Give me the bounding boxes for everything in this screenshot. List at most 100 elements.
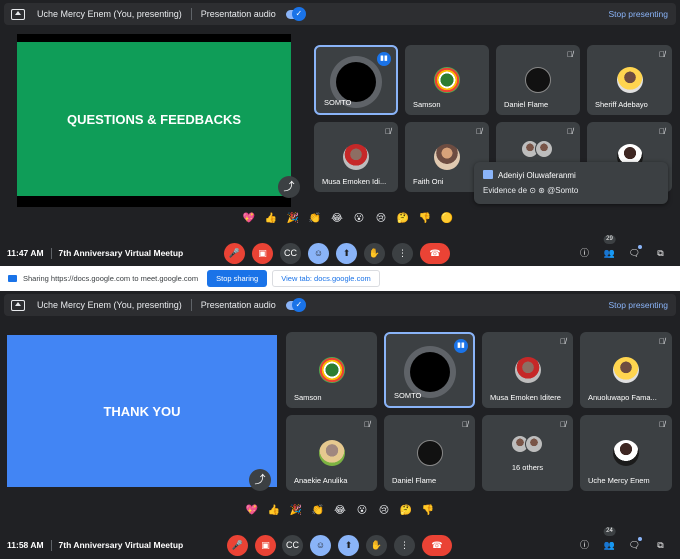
others-count: 16 others (511, 463, 544, 472)
participant-tile[interactable]: 🎙̸ Musa Emoken Iditere (482, 332, 573, 408)
sharing-message: Sharing https://docs.google.com to meet.… (23, 274, 199, 283)
avatar (409, 352, 450, 392)
reaction-thinking[interactable]: 🤔 (395, 213, 411, 224)
avatar (613, 357, 639, 383)
avatar (336, 62, 376, 102)
participant-tile[interactable]: 🎙̸ Daniel Flame (384, 415, 475, 491)
chat-notification[interactable]: Adeniyi Oluwaferanmi Evidence de ⊙ ⊛ @So… (474, 162, 668, 204)
emoji-icon[interactable]: ☺ (310, 535, 331, 556)
avatar (514, 357, 541, 383)
slide-text: QUESTIONS & FEEDBACKS (66, 111, 242, 127)
clock: 11:47 AM (7, 248, 44, 258)
end-call-icon[interactable]: ☎ (422, 535, 452, 556)
chat-icon[interactable]: 🗨 (624, 243, 645, 264)
participant-name: Daniel Flame (392, 476, 437, 485)
people-icon[interactable]: 👥 29 (599, 235, 620, 264)
presenter-label: Uche Mercy Enem (You, presenting) (37, 300, 182, 310)
bottom-bar: 11:58 AM 7th Anniversary Virtual Meetup … (0, 527, 680, 557)
end-call-icon[interactable]: ☎ (420, 243, 450, 264)
participant-tile[interactable]: 🎙̸ Daniel Flame (496, 45, 580, 115)
reaction-clap[interactable]: 👏 (307, 213, 323, 224)
participant-tile[interactable]: ▮▮ SOMTO (384, 332, 475, 408)
chat-icon (483, 170, 493, 179)
bottom-bar: 11:47 AM 7th Anniversary Virtual Meetup … (0, 235, 680, 265)
divider (50, 539, 52, 551)
participant-name: Daniel Flame (504, 100, 549, 109)
emoji-icon[interactable]: ☺ (308, 243, 329, 264)
reaction-party[interactable]: 🎉 (285, 213, 301, 224)
captions-icon[interactable]: CC (282, 535, 303, 556)
participant-name: Musa Emoken Idi... (322, 177, 387, 186)
presenting-bar: Uche Mercy Enem (You, presenting) Presen… (4, 3, 676, 25)
participant-tile[interactable]: 🎙̸ Uche Mercy Enem (580, 415, 672, 491)
stop-presenting-button[interactable]: Stop presenting (608, 9, 668, 19)
reaction-bar: 💖 👍 🎉 👏 😂 😮 😢 🤔 👎 🟡 (241, 213, 455, 224)
participant-tile[interactable]: Samson (405, 45, 489, 115)
info-icon[interactable]: ⓘ (574, 243, 595, 264)
reaction-skin-tone[interactable]: 🟡 (439, 213, 455, 224)
reaction-thumbs-down[interactable]: 👎 (417, 213, 433, 224)
stop-sharing-button[interactable]: Stop sharing (207, 270, 268, 287)
more-icon[interactable]: ⋮ (394, 535, 415, 556)
activities-icon[interactable]: ⧉ (650, 535, 671, 556)
reaction-thumbs-up[interactable]: 👍 (266, 505, 282, 516)
participant-name: SOMTO (324, 98, 352, 107)
presentation-area: QUESTIONS & FEEDBACKS (17, 34, 291, 207)
participant-tile[interactable]: 🎙̸ Musa Emoken Idi... (314, 122, 398, 192)
chat-icon[interactable]: 🗨 (624, 535, 645, 556)
audio-toggle[interactable] (285, 297, 306, 312)
camera-off-icon[interactable]: ▣ (252, 243, 273, 264)
reaction-bar: 💖 👍 🎉 👏 😂 😮 😢 🤔 👎 (244, 505, 436, 516)
avatar (343, 144, 369, 170)
participant-tile[interactable]: ▮▮ SOMTO (314, 45, 398, 115)
activities-icon[interactable]: ⧉ (650, 243, 671, 264)
info-icon[interactable]: ⓘ (574, 535, 595, 556)
participant-name: Musa Emoken Iditere (490, 393, 561, 402)
participant-tile[interactable]: Samson (286, 332, 377, 408)
avatar-group (510, 435, 545, 453)
avatar-group (521, 140, 555, 158)
participant-tile[interactable]: 🎙̸ Anuoluwapo Fama... (580, 332, 672, 408)
reaction-party[interactable]: 🎉 (288, 505, 304, 516)
reaction-thumbs-up[interactable]: 👍 (263, 213, 279, 224)
avatar (416, 440, 443, 466)
reaction-thinking[interactable]: 🤔 (398, 505, 414, 516)
more-icon[interactable]: ⋮ (392, 243, 413, 264)
participant-tile[interactable]: 🎙̸ Anaekie Anulika (286, 415, 377, 491)
audio-toggle[interactable] (285, 6, 306, 21)
participant-tile[interactable]: 🎙̸ Sheriff Adebayo (587, 45, 672, 115)
others-tile[interactable]: 🎙̸ 16 others (482, 415, 573, 491)
tab-sharing-bar: Sharing https://docs.google.com to meet.… (0, 266, 680, 291)
reaction-sad[interactable]: 😢 (373, 213, 389, 224)
reaction-heart[interactable]: 💖 (244, 505, 260, 516)
reaction-sad[interactable]: 😢 (376, 505, 392, 516)
view-tab-button[interactable]: View tab: docs.google.com (272, 270, 380, 287)
share-icon[interactable]: ⤴ (249, 469, 271, 491)
reaction-heart[interactable]: 💖 (241, 213, 257, 224)
mic-off-icon: 🎙̸ (462, 420, 468, 429)
camera-off-icon[interactable]: ▣ (255, 535, 276, 556)
mic-off-icon[interactable]: 🎤 (227, 535, 248, 556)
present-icon[interactable]: ⬆ (338, 535, 359, 556)
speaking-icon: ▮▮ (454, 339, 468, 353)
people-icon[interactable]: 👥 24 (599, 527, 620, 556)
raise-hand-icon[interactable]: ✋ (366, 535, 387, 556)
present-icon[interactable]: ⬆ (336, 243, 357, 264)
mic-off-icon: 🎙̸ (364, 420, 370, 429)
raise-hand-icon[interactable]: ✋ (364, 243, 385, 264)
reaction-laugh[interactable]: 😂 (329, 213, 345, 224)
mic-off-icon: 🎙̸ (659, 127, 665, 136)
mic-off-icon[interactable]: 🎤 (224, 243, 245, 264)
stop-presenting-button[interactable]: Stop presenting (608, 300, 668, 310)
share-icon[interactable]: ⤴ (278, 176, 300, 198)
captions-icon[interactable]: CC (280, 243, 301, 264)
reaction-surprised[interactable]: 😮 (354, 505, 370, 516)
participant-name: Samson (294, 393, 322, 402)
reaction-thumbs-down[interactable]: 👎 (420, 505, 436, 516)
present-icon (11, 299, 25, 311)
mic-off-icon: 🎙̸ (659, 337, 665, 346)
mic-off-icon: 🎙̸ (567, 50, 573, 59)
reaction-surprised[interactable]: 😮 (351, 213, 367, 224)
reaction-clap[interactable]: 👏 (310, 505, 326, 516)
reaction-laugh[interactable]: 😂 (332, 505, 348, 516)
